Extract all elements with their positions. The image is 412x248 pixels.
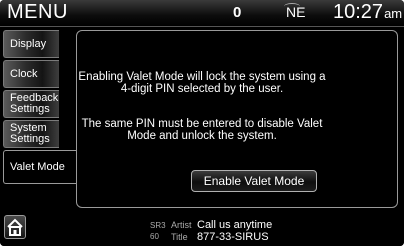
enable-valet-mode-button[interactable]: Enable Valet Mode (191, 170, 317, 192)
title-value: 877-33-SIRUS (197, 231, 269, 243)
message-1-line-1: Enabling Valet Mode will lock the system… (78, 71, 326, 83)
home-button[interactable] (4, 215, 26, 239)
tab-label-line2: Settings (10, 103, 50, 115)
title-label: Title (171, 232, 188, 242)
status-count: 0 (233, 4, 242, 21)
tab-valet-mode[interactable]: Valet Mode (3, 150, 77, 184)
compass-heading: NE (286, 4, 306, 20)
tab-label: Display (10, 37, 47, 50)
source-label: SR3 (150, 221, 166, 230)
display-frame: MENU 0 NE 10:27am Display Clock Feedback… (0, 0, 404, 246)
home-icon (7, 218, 23, 236)
message-1-line-2: 4-digit PIN selected by the user. (120, 83, 284, 95)
clock-ampm: am (384, 6, 403, 21)
page-title: MENU (7, 1, 68, 23)
artist-label: Artist (171, 220, 192, 230)
channel-number: 60 (150, 232, 159, 241)
header-bar: MENU 0 NE 10:27am (0, 0, 404, 27)
clock: 10:27am (333, 1, 402, 24)
tab-label: Valet Mode (10, 160, 65, 173)
tab-display[interactable]: Display (3, 30, 59, 58)
compass-indicator: NE (283, 3, 305, 23)
message-2-line-1: The same PIN must be entered to disable … (81, 118, 323, 130)
artist-value: Call us anytime (197, 219, 273, 231)
screen: MENU 0 NE 10:27am Display Clock Feedback… (0, 0, 412, 248)
message-2-line-2: Mode and unlock the system. (127, 130, 277, 142)
clock-time: 10:27 (333, 1, 384, 23)
